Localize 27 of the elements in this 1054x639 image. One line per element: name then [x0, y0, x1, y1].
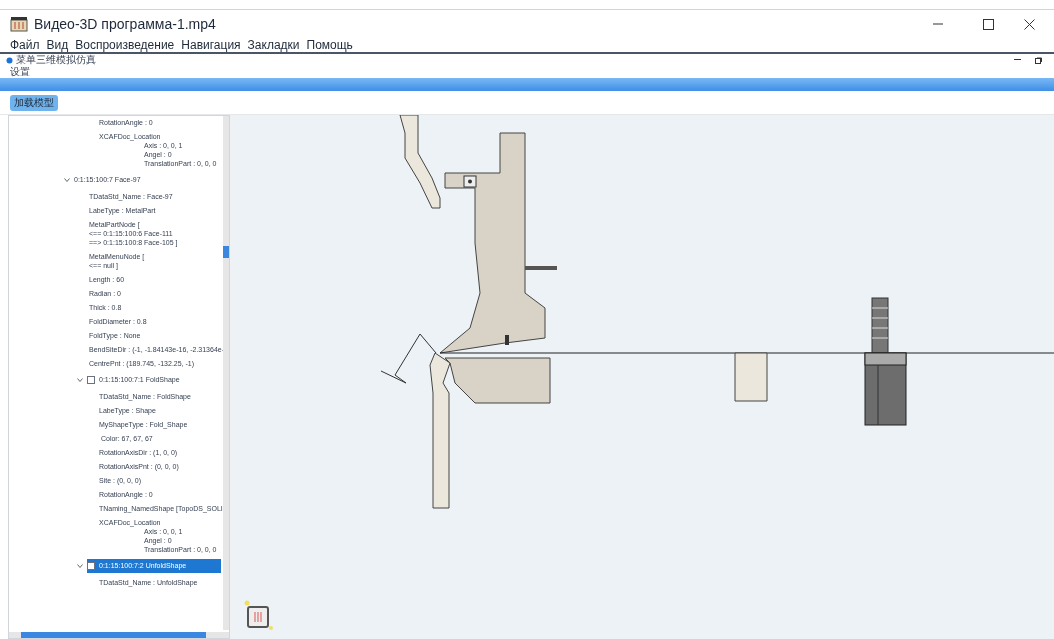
menu-item[interactable]: Файл [10, 36, 40, 54]
chevron-down-icon[interactable] [64, 177, 70, 183]
maximize-icon [982, 18, 994, 30]
window-title: Видео-3D программа-1.mp4 [34, 14, 216, 34]
minimize-icon [933, 23, 943, 25]
scrollbar-thumb[interactable] [223, 246, 229, 258]
app-title: 菜单三维模拟仿真 [16, 54, 96, 66]
load-model-button[interactable]: 加载模型 [10, 94, 58, 111]
menu-item[interactable]: Закладки [247, 36, 300, 54]
minimize-icon[interactable] [1014, 59, 1021, 61]
close-icon [1023, 18, 1035, 30]
chevron-down-icon[interactable] [77, 563, 83, 569]
vertical-scrollbar[interactable] [223, 116, 229, 630]
menu-item[interactable]: Помощь [306, 36, 353, 54]
chevron-down-icon[interactable] [77, 377, 83, 383]
menu-item[interactable]: Вид [46, 36, 69, 54]
checkbox[interactable] [87, 376, 95, 384]
restore-icon[interactable] [1035, 56, 1042, 64]
horizontal-scrollbar[interactable] [9, 632, 229, 638]
settings-menu[interactable]: 设置 [10, 66, 30, 78]
app-icon [6, 56, 13, 64]
checkbox[interactable] [87, 562, 95, 570]
menu-item[interactable]: Воспроизведение [75, 36, 175, 54]
film-clapper-icon [10, 16, 28, 32]
axis-cube-icon[interactable] [243, 599, 273, 631]
menu-item[interactable]: Навигация [181, 36, 241, 54]
scrollbar-thumb[interactable] [21, 632, 206, 638]
